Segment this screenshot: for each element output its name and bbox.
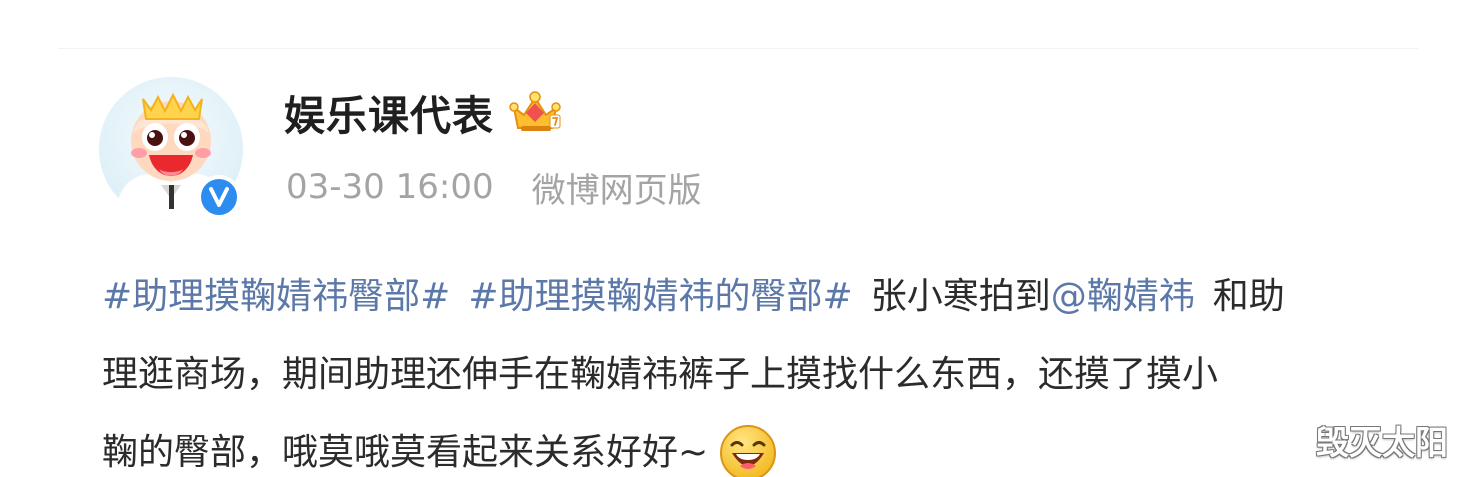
post-time[interactable]: 03-30 16:00 bbox=[286, 167, 494, 207]
hashtag-link[interactable]: #助理摸鞠婧祎的臀部# bbox=[468, 258, 852, 336]
crown-icon[interactable] bbox=[506, 83, 564, 141]
content-text: 鞠的臀部，哦莫哦莫看起来关系好好~ bbox=[102, 432, 709, 473]
author-name[interactable]: 娱乐课代表 bbox=[284, 82, 494, 142]
laughing-emoji bbox=[720, 425, 777, 477]
author-avatar-wrap[interactable] bbox=[99, 77, 243, 221]
mention-link[interactable]: @鞠婧祎 bbox=[1051, 258, 1195, 336]
content-line: #助理摸鞠婧祎臀部# #助理摸鞠婧祎的臀部# 张小寒拍到 @鞠婧祎 和助 bbox=[102, 258, 1422, 336]
content-text: 张小寒拍到 bbox=[870, 276, 1051, 317]
post-meta: 03-30 16:00 微博网页版 bbox=[286, 162, 702, 212]
content-line: 理逛商场，期间助理还伸手在鞠婧祎裤子上摸找什么东西，还摸了摸小 bbox=[102, 336, 1422, 414]
content-text: 和助 bbox=[1212, 276, 1285, 317]
watermark-text: 毁灭太阳 bbox=[1316, 423, 1448, 462]
hashtag-link[interactable]: #助理摸鞠婧祎臀部# bbox=[102, 258, 450, 336]
content-line: 鞠的臀部，哦莫哦莫看起来关系好好~ bbox=[102, 414, 1422, 477]
verified-v-icon bbox=[197, 175, 241, 219]
author-row: 娱乐课代表 bbox=[284, 84, 564, 140]
top-divider bbox=[58, 48, 1418, 49]
post-content: #助理摸鞠婧祎臀部# #助理摸鞠婧祎的臀部# 张小寒拍到 @鞠婧祎 和助 理逛商… bbox=[102, 258, 1422, 477]
weibo-post-card: 娱乐课代表 03-30 16:00 微博网页版 #助理摸鞠婧祎臀部# #助理摸鞠… bbox=[0, 0, 1468, 477]
content-text: 理逛商场，期间助理还伸手在鞠婧祎裤子上摸找什么东西，还摸了摸小 bbox=[102, 354, 1219, 395]
post-source[interactable]: 微博网页版 bbox=[532, 163, 702, 212]
